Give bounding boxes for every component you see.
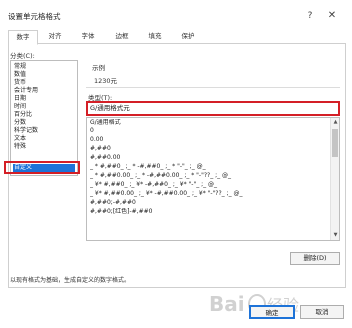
- sample-divider: [86, 87, 340, 88]
- help-icon[interactable]: ?: [303, 9, 317, 23]
- category-item[interactable]: 特殊: [13, 143, 75, 151]
- sample-label: 示例: [92, 64, 105, 72]
- category-item[interactable]: 科学记数: [13, 127, 75, 135]
- format-list-scrollbar[interactable]: ▲ ▼: [330, 118, 339, 240]
- category-item[interactable]: 数值: [13, 71, 75, 79]
- tab-fill[interactable]: 填充: [141, 30, 169, 44]
- tab-protection[interactable]: 保护: [174, 30, 202, 44]
- description-text: 以现有格式为基础，生成自定义的数字格式。: [10, 277, 131, 284]
- category-item[interactable]: 货币: [13, 79, 75, 87]
- category-item[interactable]: 会计专用: [13, 87, 75, 95]
- format-list[interactable]: G/通用格式 0 0.00 #,##0 #,##0.00 _ * #,##0_ …: [86, 117, 340, 241]
- format-item[interactable]: _ ¥* #,##0.00_ ;_ ¥* -#,##0.00_ ;_ ¥* "-…: [90, 190, 326, 198]
- ok-button[interactable]: 确定: [249, 305, 295, 319]
- format-item[interactable]: _ * #,##0_ ;_ * -#,##0_ ;_ * "-"_ ;_ @_: [90, 163, 326, 171]
- scroll-thumb[interactable]: [332, 129, 338, 157]
- category-label: 分类(C):: [10, 52, 35, 60]
- tab-border[interactable]: 边框: [108, 30, 136, 44]
- format-item[interactable]: G/通用格式: [90, 119, 326, 127]
- type-input[interactable]: G/通用格式元: [86, 101, 340, 116]
- category-item[interactable]: 时间: [13, 103, 75, 111]
- format-cells-dialog: 设置单元格格式 ? ✕ 数字 对齐 字体 边框 填充 保护 分类(C): 常规 …: [0, 0, 352, 328]
- format-item[interactable]: 0: [90, 127, 326, 135]
- svg-text:Bai: Bai: [209, 292, 245, 316]
- title-bar: 设置单元格格式 ? ✕: [0, 0, 352, 30]
- category-item[interactable]: 分数: [13, 119, 75, 127]
- sample-value: 1230元: [94, 77, 118, 85]
- format-item[interactable]: #,##0.00: [90, 154, 326, 162]
- category-item[interactable]: 文本: [13, 135, 75, 143]
- delete-button[interactable]: 删除(D): [290, 252, 340, 265]
- category-list[interactable]: 常规 数值 货币 会计专用 日期 时间 百分比 分数 科学记数 文本 特殊 自定…: [10, 60, 78, 176]
- selected-category-highlight: [4, 161, 80, 174]
- tab-number[interactable]: 数字: [8, 30, 38, 45]
- format-item[interactable]: _ ¥* #,##0_ ;_ ¥* -#,##0_ ;_ ¥* "-"_ ;_ …: [90, 181, 326, 189]
- tab-bar: 数字 对齐 字体 边框 填充 保护: [8, 30, 346, 45]
- tab-alignment[interactable]: 对齐: [41, 30, 69, 44]
- format-item[interactable]: #,##0: [90, 145, 326, 153]
- format-item[interactable]: 0.00: [90, 136, 326, 144]
- format-item[interactable]: #,##0;[红色]-#,##0: [90, 208, 326, 216]
- scroll-down-icon[interactable]: ▼: [331, 231, 340, 240]
- format-item[interactable]: _ * #,##0.00_ ;_ * -#,##0.00_ ;_ * "-"??…: [90, 172, 326, 180]
- cancel-button[interactable]: 取消: [300, 305, 344, 319]
- tab-font[interactable]: 字体: [74, 30, 102, 44]
- category-item[interactable]: 日期: [13, 95, 75, 103]
- category-item[interactable]: 百分比: [13, 111, 75, 119]
- format-item[interactable]: #,##0;-#,##0: [90, 199, 326, 207]
- category-item[interactable]: 常规: [13, 63, 75, 71]
- dialog-title: 设置单元格格式: [8, 12, 61, 21]
- close-icon[interactable]: ✕: [325, 9, 339, 23]
- scroll-up-icon[interactable]: ▲: [331, 118, 340, 127]
